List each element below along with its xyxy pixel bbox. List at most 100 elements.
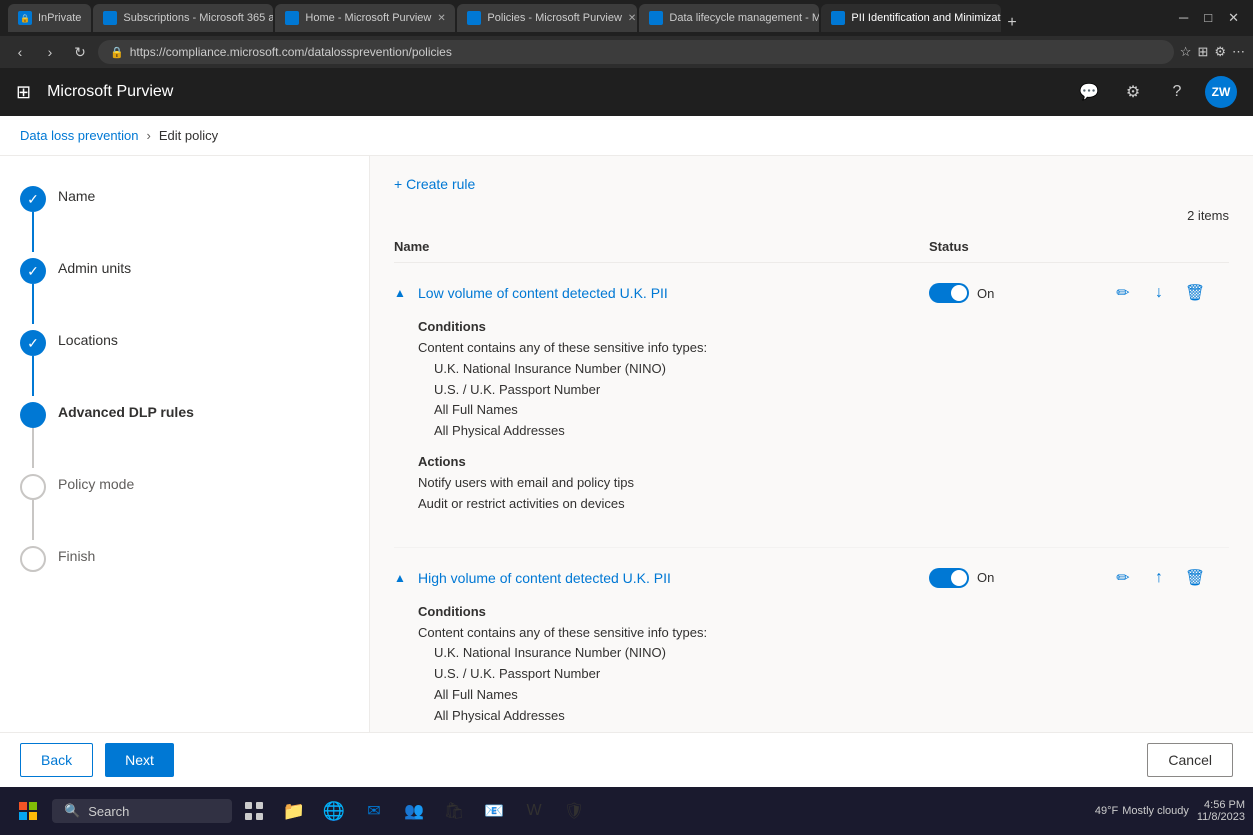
forward-button[interactable]: › <box>38 40 62 64</box>
rule-low-volume-move-down[interactable]: ↓ <box>1145 279 1173 307</box>
breadcrumb-current: Edit policy <box>159 128 218 143</box>
rule-high-volume-status-label: On <box>977 570 994 585</box>
taskview-icon[interactable] <box>236 793 272 829</box>
type-1-3: All Full Names <box>434 402 518 417</box>
word-icon[interactable]: W <box>516 793 552 829</box>
type-2-2: U.S. / U.K. Passport Number <box>434 666 600 681</box>
rule-high-volume-title[interactable]: High volume of content detected U.K. PII <box>418 570 929 586</box>
conditions-intro-2: Content contains any of these sensitive … <box>418 625 707 640</box>
header-right: 💬 ⚙ ? ZW <box>1073 76 1237 108</box>
rule-high-volume-delete[interactable]: 🗑 <box>1181 564 1209 592</box>
waffle-menu-icon[interactable]: ⊞ <box>16 82 31 103</box>
teams-icon[interactable]: 👥 <box>396 793 432 829</box>
type-1-4: All Physical Addresses <box>434 423 565 438</box>
tab-policies-label: Policies - Microsoft Purview <box>487 12 621 24</box>
settings-icon[interactable]: ⋯ <box>1232 44 1245 60</box>
rule-low-volume-conditions-content: Content contains any of these sensitive … <box>418 338 1205 442</box>
tab-pii[interactable]: PII Identification and Minimizati... ✕ <box>821 4 1001 32</box>
step-locations-label[interactable]: Locations <box>58 324 118 348</box>
step-list: ✓ Name ✓ Admin units ✓ Locations <box>20 180 349 572</box>
rule-low-volume-title[interactable]: Low volume of content detected U.K. PII <box>418 285 929 301</box>
content-area: + Create rule 2 items Name Status ▲ Low … <box>370 156 1253 787</box>
tab-policies-close[interactable]: ✕ <box>628 13 636 24</box>
step-advanced-label[interactable]: Advanced DLP rules <box>58 396 194 420</box>
rule-low-volume-delete[interactable]: 🗑 <box>1181 279 1209 307</box>
feedback-icon[interactable]: 💬 <box>1073 76 1105 108</box>
col-header-status: Status <box>929 239 1109 254</box>
rule-high-volume-actions: ✏ ↑ 🗑 <box>1109 564 1229 592</box>
step-policy-label[interactable]: Policy mode <box>58 468 134 492</box>
minimize-button[interactable]: ─ <box>1173 10 1194 26</box>
tab-lifecycle-favicon <box>649 11 663 25</box>
weather-widget: 49°F Mostly cloudy <box>1095 805 1189 817</box>
taskview-svg <box>245 802 263 820</box>
store-icon[interactable]: 🛍 <box>436 793 472 829</box>
content-inner: + Create rule 2 items Name Status ▲ Low … <box>370 156 1253 787</box>
taskbar-icons: 📁 🌐 ✉ 👥 🛍 📧 W 🛡 <box>236 793 592 829</box>
step-name: ✓ Name <box>20 180 349 252</box>
rules-table: ▲ Low volume of content detected U.K. PI… <box>394 263 1229 787</box>
breadcrumb-separator: › <box>147 128 151 143</box>
shield-icon[interactable]: 🛡 <box>556 793 592 829</box>
rule-low-volume-actions: ✏ ↓ 🗑 <box>1109 279 1229 307</box>
cancel-button[interactable]: Cancel <box>1147 743 1233 777</box>
address-bar[interactable]: 🔒 https://compliance.microsoft.com/datal… <box>98 40 1174 64</box>
next-button[interactable]: Next <box>105 743 174 777</box>
rule-low-volume-edit[interactable]: ✏ <box>1109 279 1137 307</box>
collections-icon[interactable]: ⊞ <box>1197 44 1208 60</box>
rule-low-volume-toggle[interactable] <box>929 283 969 303</box>
tab-home[interactable]: Home - Microsoft Purview ✕ <box>275 4 455 32</box>
conditions-types-2: U.K. National Insurance Number (NINO) U.… <box>418 643 1205 726</box>
help-icon[interactable]: ? <box>1161 76 1193 108</box>
step-name-circle: ✓ <box>20 186 46 212</box>
tab-subscriptions[interactable]: Subscriptions - Microsoft 365 a... ✕ <box>93 4 273 32</box>
new-tab-button[interactable]: + <box>1007 14 1016 32</box>
search-label: Search <box>88 804 129 819</box>
tab-policies[interactable]: Policies - Microsoft Purview ✕ <box>457 4 637 32</box>
browser-nav: ‹ › ↻ 🔒 https://compliance.microsoft.com… <box>0 36 1253 68</box>
outlook-icon[interactable]: 📧 <box>476 793 512 829</box>
clock-date: 11/8/2023 <box>1197 811 1245 823</box>
favorites-icon[interactable]: ☆ <box>1180 44 1192 60</box>
settings-header-icon[interactable]: ⚙ <box>1117 76 1149 108</box>
create-rule-button[interactable]: + Create rule <box>394 176 475 192</box>
step-admin-label[interactable]: Admin units <box>58 252 131 276</box>
step-name-label[interactable]: Name <box>58 180 95 204</box>
breadcrumb-parent[interactable]: Data loss prevention <box>20 128 139 143</box>
rule-high-volume-expand[interactable]: ▲ <box>394 571 410 585</box>
maximize-button[interactable]: □ <box>1198 10 1218 26</box>
clock-time: 4:56 PM <box>1204 799 1245 811</box>
search-icon: 🔍 <box>64 803 80 819</box>
taskbar: 🔍 Search 📁 🌐 ✉ 👥 🛍 📧 W 🛡 49°F Mostly clo… <box>0 787 1253 835</box>
user-avatar[interactable]: ZW <box>1205 76 1237 108</box>
tab-home-label: Home - Microsoft Purview <box>305 12 431 24</box>
file-explorer-icon[interactable]: 📁 <box>276 793 312 829</box>
rule-high-volume-conditions-title: Conditions <box>418 604 1205 619</box>
rule-high-volume-move-up[interactable]: ↑ <box>1145 564 1173 592</box>
mail-icon[interactable]: ✉ <box>356 793 392 829</box>
rule-high-volume-toggle[interactable] <box>929 568 969 588</box>
lock-icon: 🔒 <box>110 46 124 59</box>
tab-lifecycle[interactable]: Data lifecycle management - M... ✕ <box>639 4 819 32</box>
step-locations: ✓ Locations <box>20 324 349 396</box>
sidebar: ✓ Name ✓ Admin units ✓ Locations <box>0 156 370 787</box>
tab-home-close[interactable]: ✕ <box>437 13 445 24</box>
tab-inprivate[interactable]: 🔒 InPrivate <box>8 4 91 32</box>
toggle-slider-2 <box>929 568 969 588</box>
rule-low-volume-expand[interactable]: ▲ <box>394 286 410 300</box>
toggle-slider-1 <box>929 283 969 303</box>
step-connector-2 <box>32 284 34 324</box>
back-button[interactable]: Back <box>20 743 93 777</box>
address-text: https://compliance.microsoft.com/datalos… <box>130 45 452 59</box>
edge-icon[interactable]: 🌐 <box>316 793 352 829</box>
refresh-button[interactable]: ↻ <box>68 40 92 64</box>
rule-high-volume-edit[interactable]: ✏ <box>1109 564 1137 592</box>
step-finish-label[interactable]: Finish <box>58 540 95 564</box>
extensions-icon[interactable]: ⚙ <box>1214 44 1226 60</box>
start-button[interactable] <box>8 791 48 831</box>
tab-lifecycle-label: Data lifecycle management - M... <box>669 12 819 24</box>
back-button[interactable]: ‹ <box>8 40 32 64</box>
type-1-1: U.K. National Insurance Number (NINO) <box>434 361 666 376</box>
taskbar-search[interactable]: 🔍 Search <box>52 799 232 823</box>
close-button[interactable]: ✕ <box>1222 10 1245 26</box>
